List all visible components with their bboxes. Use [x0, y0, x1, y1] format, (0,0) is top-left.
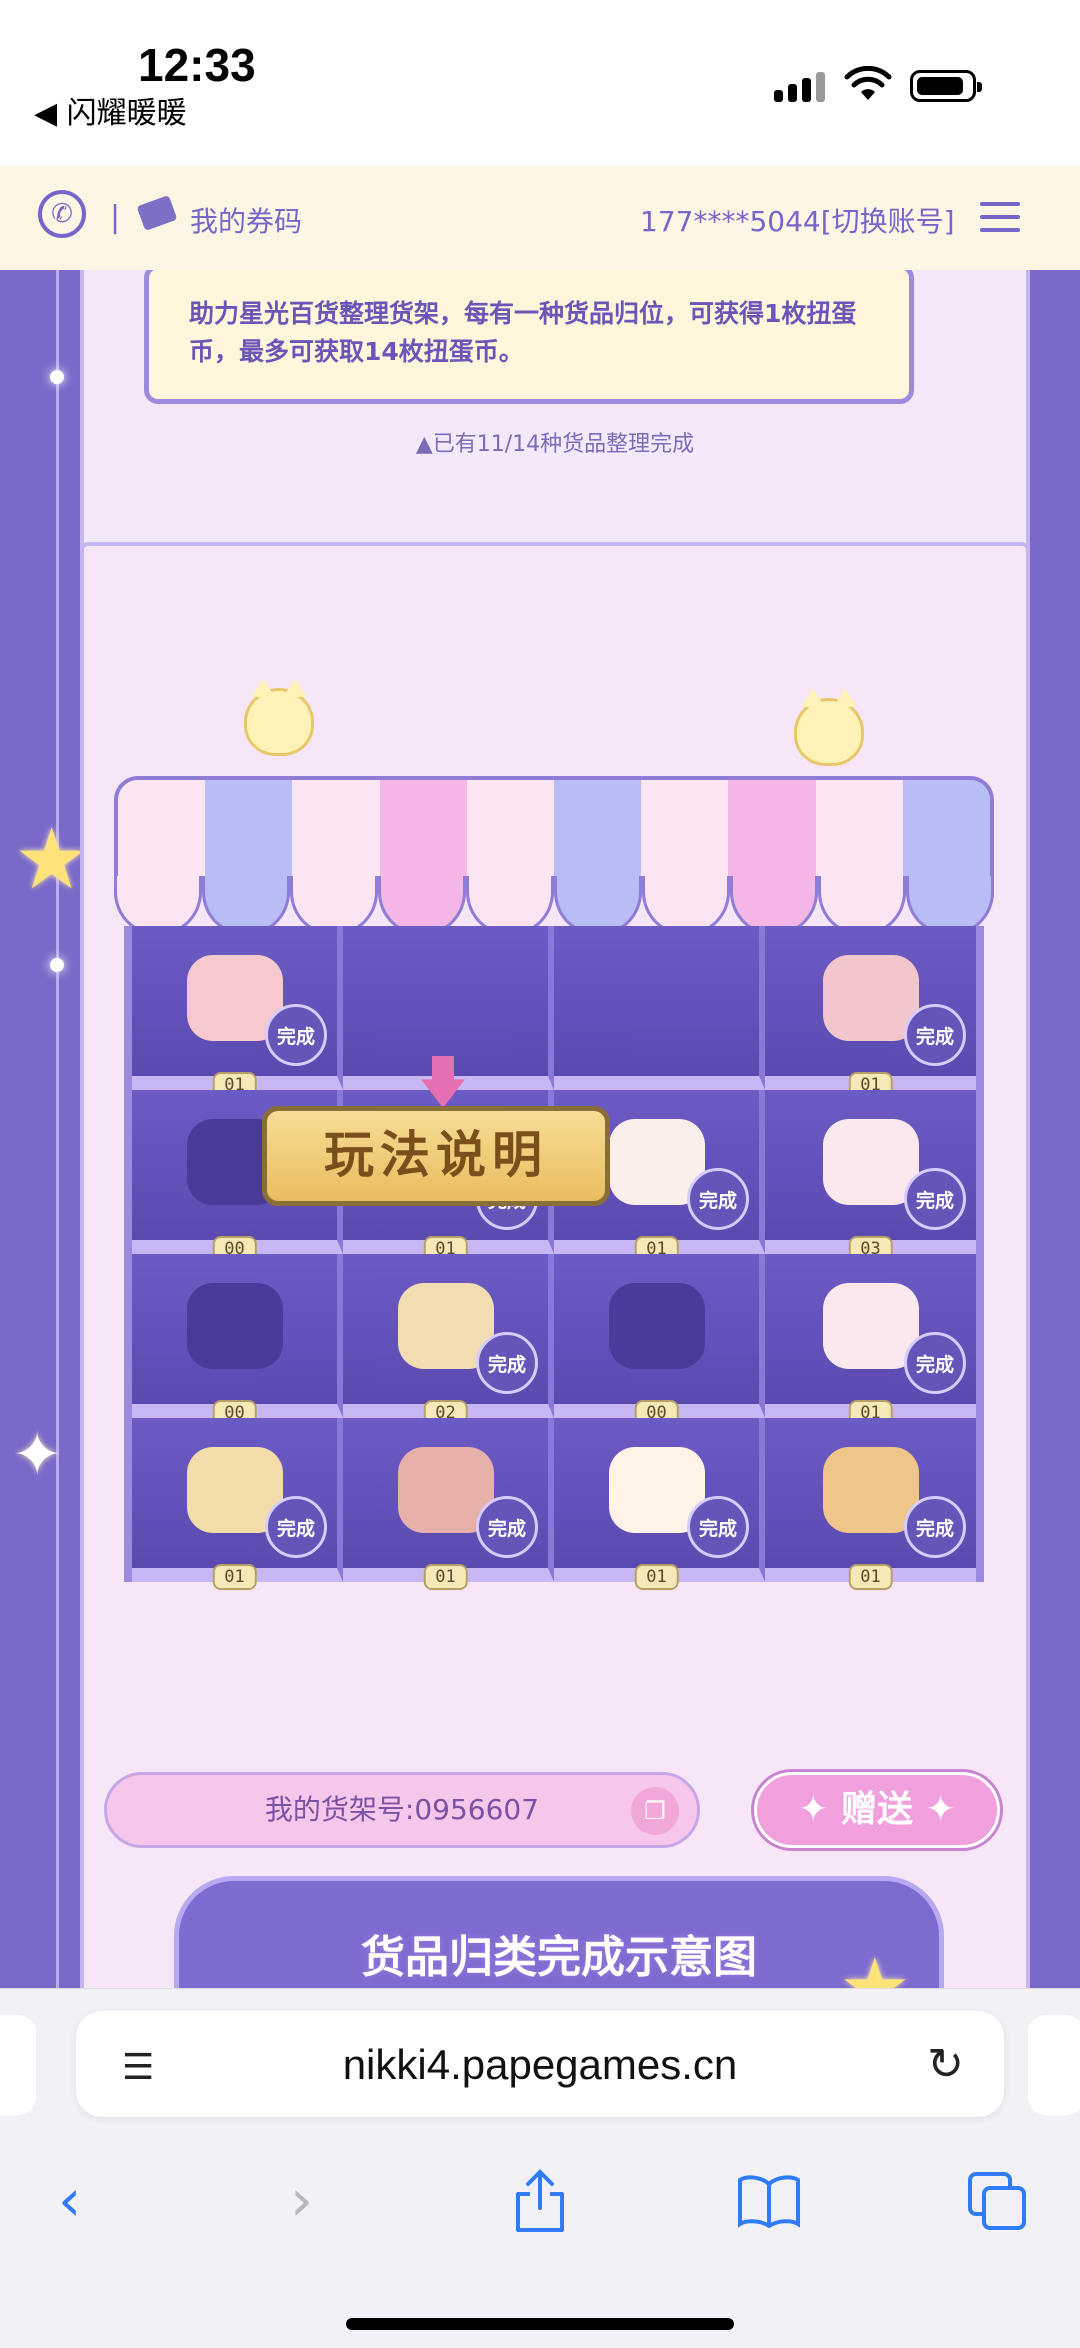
triangle-icon: ▲	[415, 432, 433, 457]
battery-icon	[910, 70, 982, 102]
star-icon: ★	[839, 1941, 911, 1988]
done-badge: 完成	[476, 1496, 538, 1558]
back-to-app-link[interactable]: ◀ 闪耀暖暖	[34, 88, 187, 132]
next-tab-card[interactable]	[1028, 2015, 1080, 2115]
shelf-cell[interactable]: 完成 01	[554, 1418, 765, 1590]
done-badge: 完成	[265, 1496, 327, 1558]
done-badge: 完成	[904, 1004, 966, 1066]
shelf-cell[interactable]: 00	[132, 1254, 343, 1426]
shelf-cell[interactable]: 完成 02	[343, 1254, 554, 1426]
rules-button[interactable]: 玩法说明	[262, 1106, 610, 1206]
tabs-icon[interactable]	[966, 2170, 1030, 2234]
done-badge: 完成	[476, 1332, 538, 1394]
done-badge: 完成	[265, 1004, 327, 1066]
wifi-icon	[844, 66, 892, 100]
reload-icon[interactable]: ↻	[927, 2039, 964, 2090]
shop-awning	[114, 776, 994, 936]
done-badge: 完成	[904, 1168, 966, 1230]
cellular-signal-icon	[774, 72, 825, 102]
back-icon[interactable]: ‹	[58, 2166, 81, 2234]
sparkle-dot	[50, 370, 64, 384]
cat-mascot-icon	[794, 689, 864, 766]
done-badge: 完成	[904, 1496, 966, 1558]
progress-text: ▲已有11/14种货品整理完成	[415, 432, 695, 457]
cat-mascot-icon	[244, 679, 314, 756]
share-icon[interactable]	[510, 2168, 570, 2234]
shelf-cell[interactable]: 完成 01	[343, 1418, 554, 1590]
shelf-cell[interactable]: 完成01	[132, 926, 343, 1098]
browser-address-bar: ☰ nikki4.papegames.cn ↻	[0, 1988, 1080, 2139]
shelf-cell[interactable]: 完成01	[765, 1254, 976, 1426]
sparkle-icon: ✦	[12, 1420, 63, 1490]
shelf-number-field: 我的货架号:0956607 ❐	[104, 1772, 700, 1848]
hamburger-menu-icon[interactable]	[980, 202, 1020, 241]
shelf-cell[interactable]: 完成 01	[765, 1418, 976, 1590]
event-page: ★ ✦ 助力星光百货整理货架，每有一种货品归位，可获得1枚扭蛋币，最多可获取14…	[0, 270, 1080, 1988]
previous-tab-card[interactable]	[0, 2015, 36, 2115]
item-count-tag: 01	[634, 1564, 679, 1590]
divider: |	[110, 200, 121, 235]
shelf-item-image	[608, 1283, 705, 1369]
done-badge: 完成	[687, 1496, 749, 1558]
shelf-cell	[554, 926, 765, 1090]
url-field[interactable]: ☰ nikki4.papegames.cn ↻	[76, 2011, 1004, 2117]
site-header: ✆ | 我的券码 177****5044[切换账号]	[0, 166, 1080, 273]
copy-icon[interactable]: ❐	[631, 1787, 679, 1835]
sparkle-dot	[50, 958, 64, 972]
shelf-cell[interactable]: 00	[554, 1254, 765, 1426]
shop-shelves: 完成01完成0100完成01完成01完成0300完成0200完成01完成01完成…	[124, 926, 984, 1590]
ticket-icon[interactable]	[136, 194, 178, 232]
example-title: 货品归类完成示意图	[361, 1932, 757, 1983]
gift-button[interactable]: ✦ 赠送 ✦	[754, 1772, 1000, 1848]
shelf-cell[interactable]: 完成 01	[132, 1418, 343, 1590]
event-notice: 助力星光百货整理货架，每有一种货品归位，可获得1枚扭蛋币，最多可获取14枚扭蛋币…	[144, 270, 914, 404]
star-icon: ★	[14, 810, 90, 908]
item-count-tag: 01	[212, 1564, 257, 1590]
example-panel: 货品归类完成示意图 ★	[174, 1876, 944, 1988]
shelf-cell[interactable]: 完成01	[765, 926, 976, 1098]
status-bar: 12:33 ◀ 闪耀暖暖	[0, 0, 1080, 166]
shelf-item-image	[186, 1283, 283, 1369]
shelf-cell[interactable]: 完成 03	[765, 1090, 976, 1262]
url-text: nikki4.papegames.cn	[342, 2041, 738, 2088]
phone-icon[interactable]: ✆	[38, 190, 86, 238]
shop-panel: 完成01完成0100完成01完成01完成0300完成0200完成01完成01完成…	[80, 542, 1030, 1988]
item-count-tag: 01	[848, 1564, 893, 1590]
item-count-tag: 01	[423, 1564, 468, 1590]
my-coupon-link[interactable]: 我的券码	[190, 200, 302, 240]
done-badge: 完成	[904, 1332, 966, 1394]
home-indicator	[346, 2318, 734, 2330]
forward-icon[interactable]: ›	[290, 2166, 313, 2234]
clock: 12:33	[138, 39, 256, 91]
browser-toolbar: ‹ ›	[0, 2138, 1080, 2348]
shelf-number-label: 我的货架号:0956607	[264, 1793, 540, 1826]
decorative-rail	[56, 270, 59, 1988]
bookmarks-icon[interactable]	[736, 2174, 802, 2228]
done-badge: 完成	[687, 1168, 749, 1230]
account-switch-link[interactable]: 177****5044[切换账号]	[640, 200, 955, 240]
